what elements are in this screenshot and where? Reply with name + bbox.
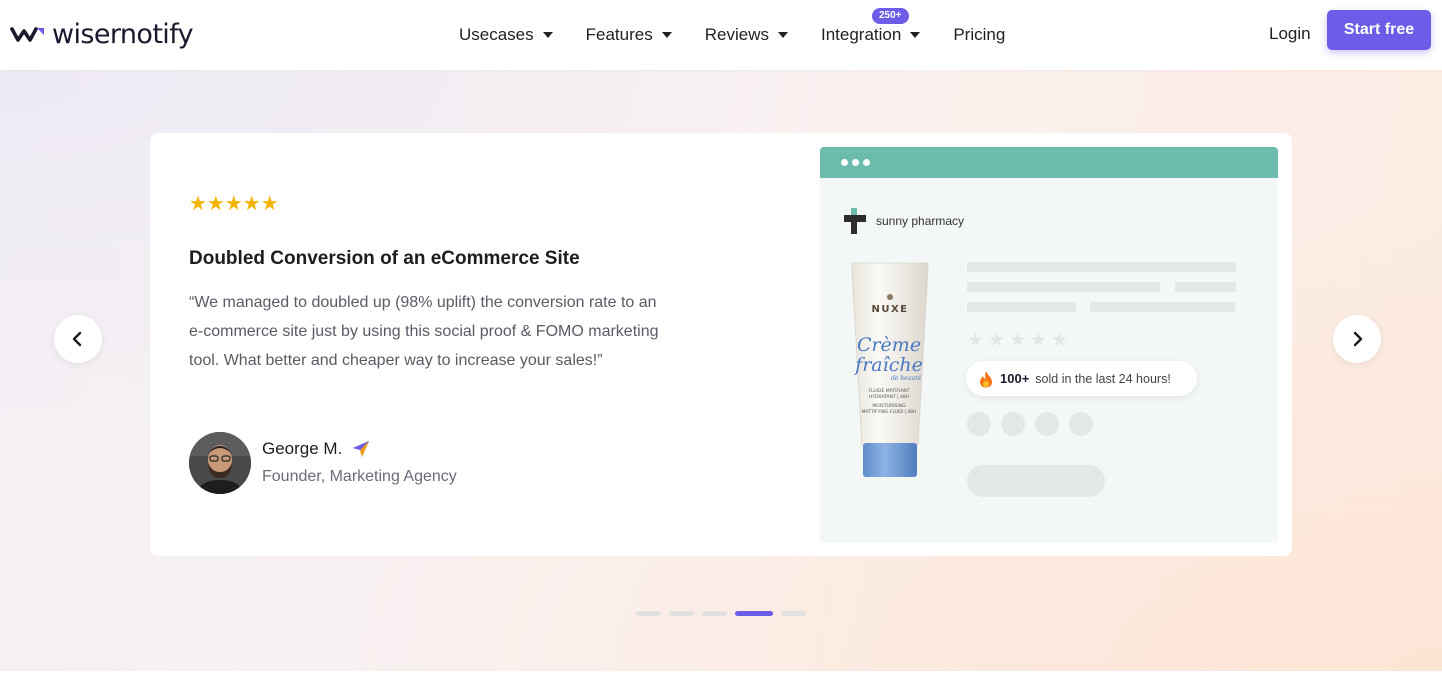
- page-bottom: [0, 671, 1442, 696]
- product-desc-line: HYDRATANT | 48H: [869, 394, 909, 400]
- carousel-dot-4[interactable]: [735, 611, 773, 616]
- carousel-next-button[interactable]: [1333, 315, 1381, 363]
- caret-down-icon: [777, 32, 788, 38]
- product-desc-line: FLUIDE MATIFIANT: [868, 388, 909, 394]
- store-brand: sunny pharmacy: [842, 207, 964, 235]
- carousel-dot-1[interactable]: [636, 611, 661, 616]
- nav-item-reviews[interactable]: Reviews: [705, 25, 788, 45]
- star-placeholder-icon: ★: [988, 330, 1006, 351]
- product-name-line: Crème: [857, 334, 921, 356]
- caret-down-icon: [542, 32, 553, 38]
- caret-down-icon: [910, 32, 921, 38]
- product-page-mockup: sunny pharmacy NUXE Crème fraîche de bea…: [820, 147, 1278, 543]
- product-brand-text: NUXE: [871, 304, 908, 315]
- chevron-right-icon: [1353, 331, 1363, 347]
- placeholder-line: [1175, 282, 1236, 292]
- nav-item-usecases[interactable]: Usecases: [459, 25, 553, 45]
- logo[interactable]: wisernotify: [10, 16, 194, 52]
- testimonial-card: ★★★★★ Doubled Conversion of an eCommerce…: [150, 133, 1292, 556]
- carousel-pagination: [636, 611, 806, 616]
- pharmacy-cross-icon: [844, 208, 866, 234]
- nav-item-pricing[interactable]: Pricing: [953, 25, 1005, 45]
- star-placeholder-icon: ★: [1009, 330, 1027, 351]
- logo-text: wisernotify: [52, 18, 194, 50]
- site-header: wisernotify Usecases Features Reviews 25…: [0, 0, 1442, 70]
- start-free-button[interactable]: Start free: [1327, 10, 1431, 50]
- window-dot-icon: [852, 159, 859, 166]
- testimonial-section: ★★★★★ Doubled Conversion of an eCommerce…: [0, 70, 1442, 671]
- avatar: [189, 432, 251, 494]
- star-placeholder-icon: ★: [1030, 330, 1048, 351]
- nav-item-features[interactable]: Features: [586, 25, 672, 45]
- fire-icon: [980, 370, 992, 387]
- star-placeholder-icon: ★: [967, 330, 985, 351]
- notification-text: sold in the last 24 hours!: [1035, 371, 1171, 386]
- author-name: George M.: [262, 439, 371, 459]
- star-placeholder-icon: ★: [1051, 330, 1069, 351]
- product-name-line: fraîche: [853, 354, 923, 376]
- author-role: Founder, Marketing Agency: [262, 468, 457, 485]
- placeholder-line: [1090, 302, 1235, 312]
- placeholder-line: [967, 302, 1076, 312]
- nav-item-label: Features: [585, 25, 653, 44]
- nav-item-label: Reviews: [704, 25, 769, 44]
- rating-stars: ★★★★★: [189, 193, 279, 215]
- carousel-dot-5[interactable]: [781, 611, 806, 616]
- notification-count: 100+: [1000, 371, 1030, 386]
- placeholder-circle: [1035, 412, 1059, 436]
- placeholder-line: [967, 282, 1160, 292]
- carousel-dot-2[interactable]: [669, 611, 694, 616]
- placeholder-circle: [967, 412, 991, 436]
- store-name: sunny pharmacy: [876, 214, 965, 228]
- wisernotify-logo-icon: [10, 27, 44, 42]
- nav-item-label: Usecases: [459, 25, 534, 44]
- main-nav: Usecases Features Reviews 250+ Integrati…: [459, 8, 1038, 48]
- chevron-left-icon: [72, 331, 82, 347]
- caret-down-icon: [661, 32, 672, 38]
- nav-item-label: Pricing: [953, 25, 1006, 44]
- carousel-dot-3[interactable]: [702, 611, 727, 616]
- carousel-prev-button[interactable]: [54, 315, 102, 363]
- placeholder-circle: [1001, 412, 1025, 436]
- nav-item-label: Integration: [820, 25, 902, 44]
- placeholder-button: [967, 465, 1105, 497]
- mock-browser-bar: [820, 147, 1278, 178]
- product-desc-line: MATTIFYING FLUID | 48H: [862, 409, 917, 415]
- placeholder-line: [967, 262, 1236, 272]
- author-photo-icon: [189, 432, 251, 494]
- window-dot-icon: [863, 159, 870, 166]
- nav-item-integration[interactable]: 250+ Integration: [820, 8, 921, 45]
- navigation-arrow-icon: [353, 441, 370, 457]
- author-name-text: George M.: [262, 439, 343, 458]
- integration-count-badge: 250+: [871, 8, 909, 24]
- cream-tube-product-image: NUXE Crème fraîche de beauté FLUIDE MATI…: [851, 262, 929, 477]
- placeholder-circle: [1069, 412, 1093, 436]
- login-link[interactable]: Login: [1269, 24, 1311, 44]
- product-name-line: de beauté: [891, 375, 922, 382]
- product-desc-line: MOISTURISING: [872, 403, 906, 409]
- sales-notification-popup[interactable]: 100+ sold in the last 24 hours!: [966, 361, 1197, 396]
- testimonial-title: Doubled Conversion of an eCommerce Site: [189, 248, 580, 269]
- window-dot-icon: [841, 159, 848, 166]
- testimonial-quote: “We managed to doubled up (98% uplift) t…: [189, 294, 659, 369]
